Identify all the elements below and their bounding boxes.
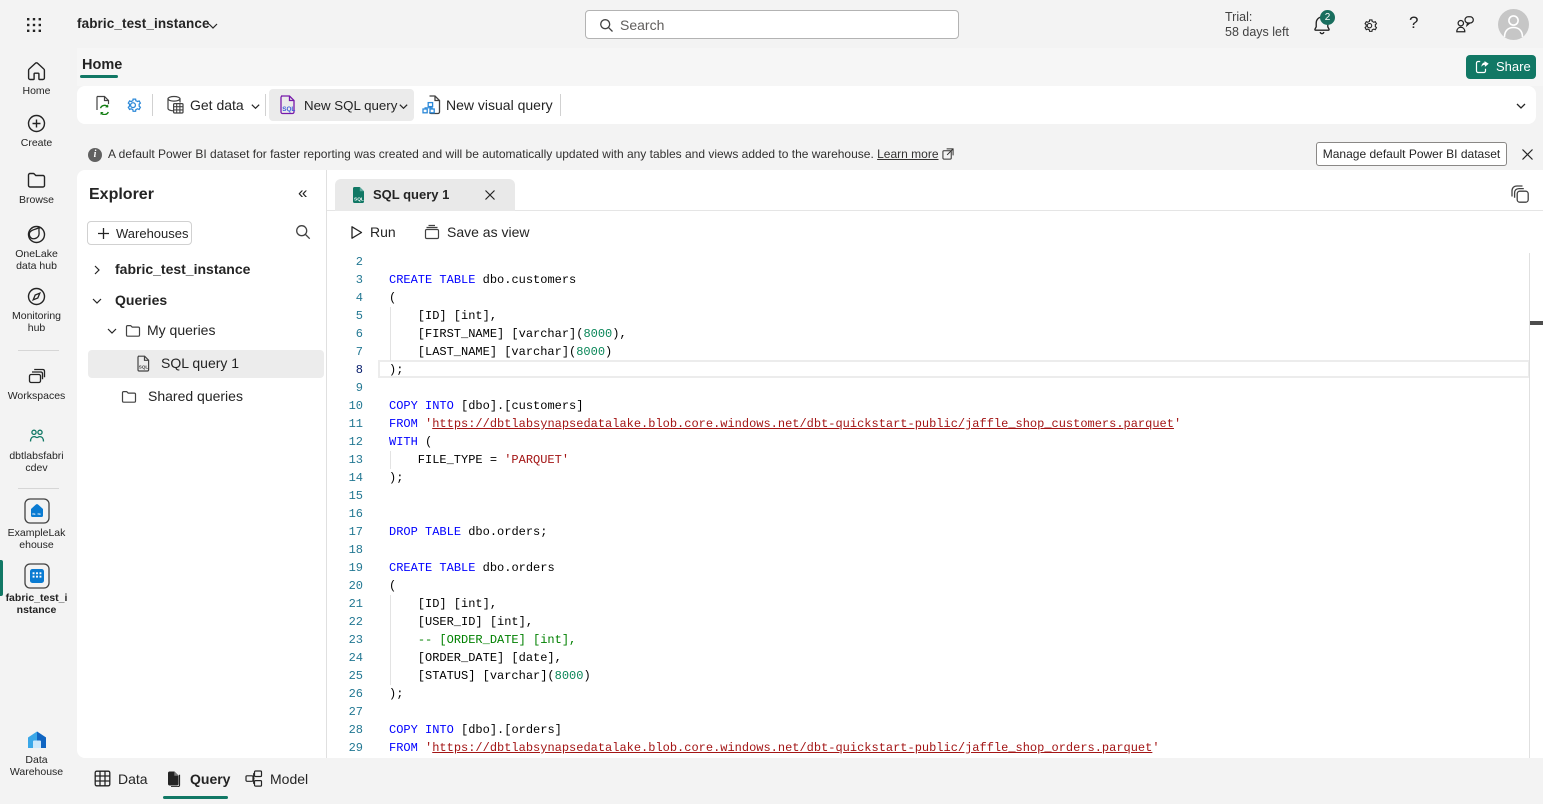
svg-text:SQL: SQL <box>139 365 149 370</box>
svg-text:SQL: SQL <box>282 106 295 113</box>
svg-text:SQL: SQL <box>354 197 364 203</box>
